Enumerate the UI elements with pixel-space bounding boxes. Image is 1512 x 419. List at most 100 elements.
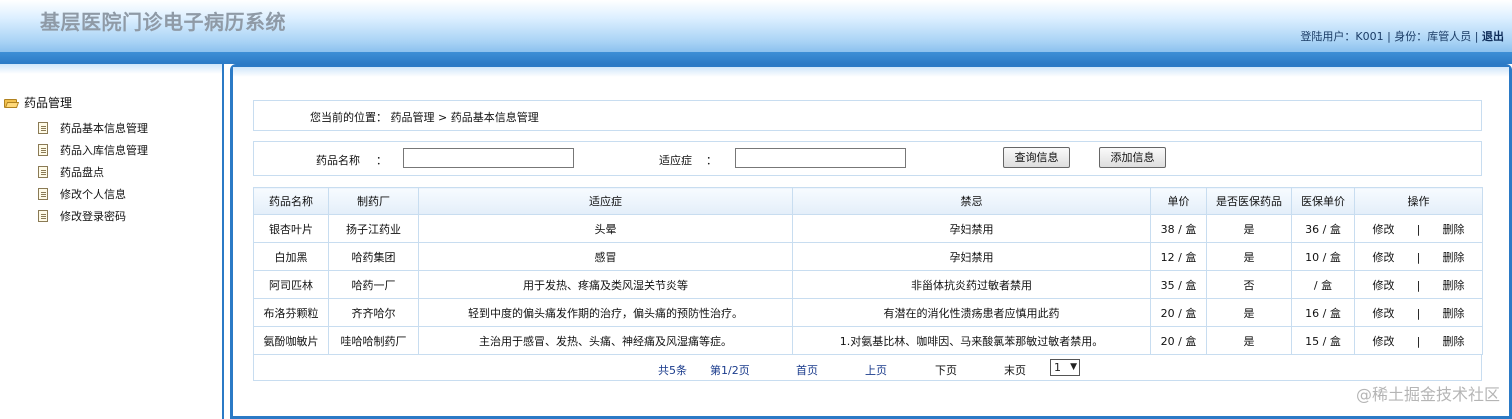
drug-name-label: 药品名称: [316, 154, 360, 167]
cell-taboo: 非甾体抗炎药过敏者禁用: [792, 270, 1151, 299]
delete-link[interactable]: 删除: [1439, 249, 1469, 265]
delete-link[interactable]: 删除: [1439, 333, 1469, 349]
cell-taboo: 孕妇禁用: [792, 242, 1151, 271]
add-button[interactable]: 添加信息: [1099, 147, 1166, 168]
cell-operations: 修改 | 删除: [1354, 242, 1483, 271]
breadcrumb: 您当前的位置： 药品管理 > 药品基本信息管理: [310, 111, 539, 124]
chevron-down-icon: ▼: [1070, 362, 1077, 372]
cell-indication: 头晕: [418, 214, 793, 243]
user-info-text: 登陆用户：K001 | 身份：库管人员 |: [1300, 30, 1479, 43]
column-header: 操作: [1354, 187, 1483, 215]
sidebar-item-drug-basic-info[interactable]: 药品基本信息管理: [38, 120, 148, 136]
edit-link[interactable]: 修改: [1369, 277, 1399, 293]
query-button[interactable]: 查询信息: [1003, 147, 1070, 168]
cell-insured-price: 16 / 盒: [1291, 298, 1355, 327]
cell-taboo: 1.对氨基比林、咖啡因、马来酸氯苯那敏过敏者禁用。: [792, 326, 1151, 355]
cell-price: 20 / 盒: [1150, 298, 1207, 327]
sidebar-item-change-password[interactable]: 修改登录密码: [38, 208, 126, 224]
op-separator: |: [1416, 306, 1421, 320]
cell-indication: 用于发热、疼痛及类风湿关节炎等: [418, 270, 793, 299]
sidebar-item-label: 药品基本信息管理: [60, 122, 148, 135]
cell-drug-name: 白加黑: [253, 242, 329, 271]
app-header: 基层医院门诊电子病历系统 登陆用户：K001 | 身份：库管人员 | 退出: [0, 0, 1512, 52]
watermark: @稀土掘金技术社区: [1355, 385, 1500, 404]
cell-drug-name: 布洛芬颗粒: [253, 298, 329, 327]
cell-price: 38 / 盒: [1150, 214, 1207, 243]
column-header: 制药厂: [328, 187, 419, 215]
drug-table: 药品名称 制药厂 适应症 禁忌 单价 是否医保药品 医保单价 操作 银杏叶片 扬…: [253, 187, 1483, 355]
delete-link[interactable]: 删除: [1439, 277, 1469, 293]
column-header: 适应症: [418, 187, 793, 215]
sidebar-root-drug-management[interactable]: 药品管理: [4, 94, 72, 111]
cell-insured-price: 15 / 盒: [1291, 326, 1355, 355]
table-row: 阿司匹林 哈药一厂 用于发热、疼痛及类风湿关节炎等 非甾体抗炎药过敏者禁用 35…: [253, 270, 1483, 299]
sidebar-item-edit-profile[interactable]: 修改个人信息: [38, 186, 126, 202]
cell-drug-name: 氨酚咖敏片: [253, 326, 329, 355]
column-header: 单价: [1150, 187, 1207, 215]
indication-label: 适应症: [659, 154, 692, 167]
cell-price: 35 / 盒: [1150, 270, 1207, 299]
sidebar-item-drug-inventory[interactable]: 药品盘点: [38, 164, 104, 180]
table-row: 布洛芬颗粒 齐齐哈尔 轻到中度的偏头痛发作期的治疗，偏头痛的预防性治疗。 有潜在…: [253, 298, 1483, 327]
cell-maker: 扬子江药业: [328, 214, 419, 243]
cell-drug-name: 银杏叶片: [253, 214, 329, 243]
cell-insured-price: / 盒: [1291, 270, 1355, 299]
sidebar-root-label: 药品管理: [24, 96, 73, 110]
breadcrumb-box: 您当前的位置： 药品管理 > 药品基本信息管理: [253, 100, 1482, 131]
total-count: 共5条: [658, 364, 687, 377]
last-page-text: 末页: [1004, 364, 1026, 377]
sidebar: 药品管理 药品基本信息管理 药品入库信息管理 药品盘点 修改个人信息 修改登录密…: [0, 64, 224, 419]
op-separator: |: [1416, 278, 1421, 292]
cell-price: 12 / 盒: [1150, 242, 1207, 271]
drug-name-colon: ：: [376, 154, 387, 167]
page-select[interactable]: 1 ▼: [1050, 359, 1080, 376]
op-separator: |: [1416, 250, 1421, 264]
document-icon: [38, 210, 48, 222]
cell-operations: 修改 | 删除: [1354, 214, 1483, 243]
document-icon: [38, 188, 48, 200]
folder-open-icon: [4, 98, 20, 108]
op-separator: |: [1416, 222, 1421, 236]
indication-input[interactable]: [735, 148, 906, 168]
cell-insured: 是: [1206, 214, 1292, 243]
delete-link[interactable]: 删除: [1439, 221, 1469, 237]
cell-indication: 轻到中度的偏头痛发作期的治疗，偏头痛的预防性治疗。: [418, 298, 793, 327]
table-row: 白加黑 哈药集团 感冒 孕妇禁用 12 / 盒 是 10 / 盒 修改 | 删除: [253, 242, 1483, 271]
app-title: 基层医院门诊电子病历系统: [40, 10, 286, 34]
column-header: 医保单价: [1291, 187, 1355, 215]
cell-indication: 主治用于感冒、发热、头痛、神经痛及风湿痛等症。: [418, 326, 793, 355]
delete-link[interactable]: 删除: [1439, 305, 1469, 321]
prev-page-link[interactable]: 上页: [865, 362, 887, 378]
cell-insured: 是: [1206, 242, 1292, 271]
edit-link[interactable]: 修改: [1369, 305, 1399, 321]
drug-name-input[interactable]: [403, 148, 574, 168]
user-info: 登陆用户：K001 | 身份：库管人员 | 退出: [1300, 28, 1504, 44]
cell-maker: 哈药一厂: [328, 270, 419, 299]
cell-price: 20 / 盒: [1150, 326, 1207, 355]
first-page-link[interactable]: 首页: [796, 362, 818, 378]
pagination-bar: 共5条 第1/2页 首页 上页 下页 末页 1 ▼: [253, 355, 1482, 381]
op-separator: |: [1416, 334, 1421, 348]
document-icon: [38, 144, 48, 156]
cell-operations: 修改 | 删除: [1354, 326, 1483, 355]
edit-link[interactable]: 修改: [1369, 221, 1399, 237]
cell-taboo: 孕妇禁用: [792, 214, 1151, 243]
cell-insured-price: 10 / 盒: [1291, 242, 1355, 271]
page-select-value: 1: [1054, 361, 1061, 374]
cell-maker: 哇哈哈制药厂: [328, 326, 419, 355]
indication-colon: ：: [706, 154, 717, 167]
sidebar-item-label: 药品入库信息管理: [60, 144, 148, 157]
column-header: 禁忌: [792, 187, 1151, 215]
edit-link[interactable]: 修改: [1369, 333, 1399, 349]
cell-insured-price: 36 / 盒: [1291, 214, 1355, 243]
document-icon: [38, 166, 48, 178]
cell-drug-name: 阿司匹林: [253, 270, 329, 299]
table-header-row: 药品名称 制药厂 适应症 禁忌 单价 是否医保药品 医保单价 操作: [253, 187, 1483, 215]
logout-link[interactable]: 退出: [1482, 30, 1504, 43]
cell-operations: 修改 | 删除: [1354, 270, 1483, 299]
sidebar-item-drug-stock-in[interactable]: 药品入库信息管理: [38, 142, 148, 158]
cell-insured: 是: [1206, 326, 1292, 355]
edit-link[interactable]: 修改: [1369, 249, 1399, 265]
cell-operations: 修改 | 删除: [1354, 298, 1483, 327]
table-row: 银杏叶片 扬子江药业 头晕 孕妇禁用 38 / 盒 是 36 / 盒 修改 | 删除: [253, 214, 1483, 243]
